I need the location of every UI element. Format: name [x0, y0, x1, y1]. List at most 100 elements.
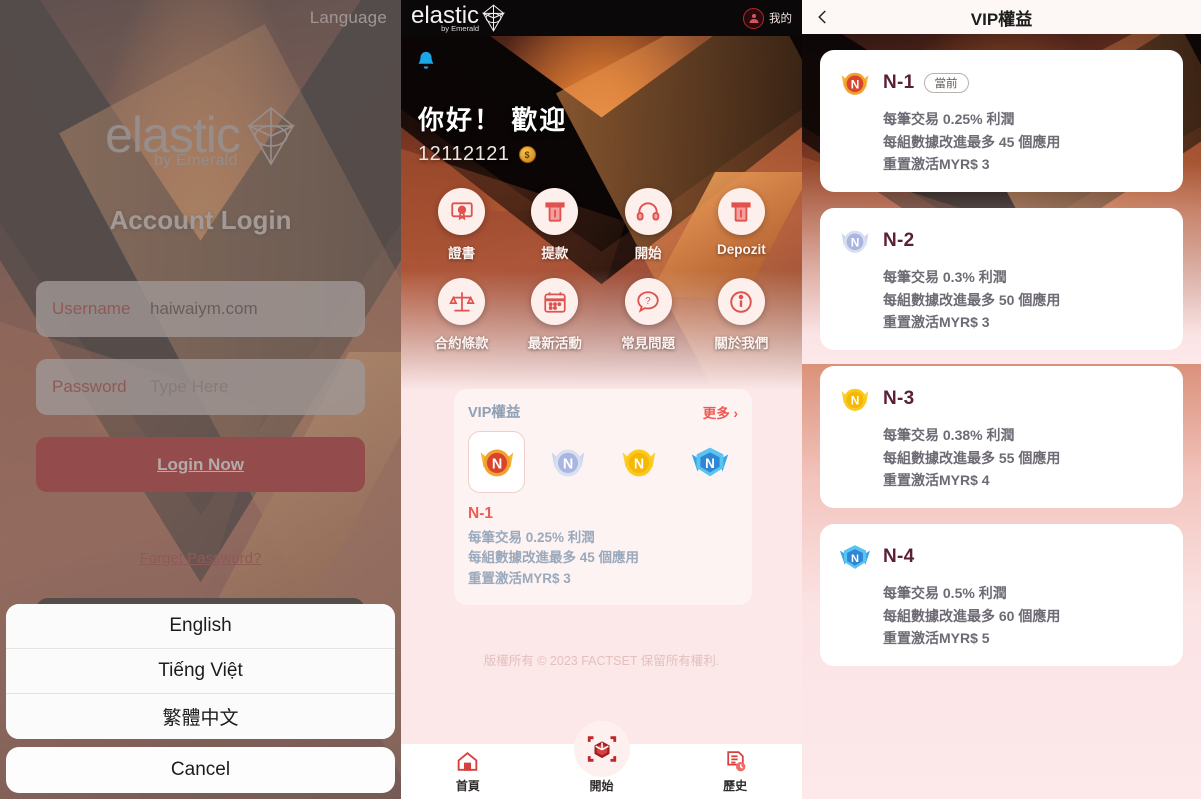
- cancel-button[interactable]: Cancel: [6, 747, 395, 793]
- copyright-text: 版權所有 © 2023 FACTSET 保留所有權利.: [483, 654, 720, 668]
- vip-benefit-line: 每組數據改進最多 55 個應用: [883, 449, 1061, 466]
- vip-benefit-lines: 每筆交易 0.25% 利潤 每組數據改進最多 45 個應用 重置激活MYR$ 3: [468, 528, 738, 589]
- grid-item-withdraw[interactable]: 提款: [508, 188, 601, 262]
- vip-tier-card-n1[interactable]: N N-1 當前 每筆交易 0.25% 利潤 每組數據改進最多 45 個應用 重…: [820, 50, 1183, 193]
- rank-badge-diamond-icon: N: [691, 447, 728, 477]
- vip-benefit-lines: 每筆交易 0.25% 利潤 每組數據改進最多 45 個應用 重置激活MYR$ 3: [883, 108, 1167, 176]
- grid-item-certificate[interactable]: 證書: [415, 188, 508, 262]
- vip-benefit-line: 重置激活MYR$ 5: [883, 630, 990, 647]
- rank-badge-orange-icon: N: [480, 449, 513, 477]
- vip-benefit-line: 重置激活MYR$ 3: [883, 314, 990, 331]
- rank-badge-gold-icon: N: [841, 388, 869, 411]
- language-action-sheet: English Tiếng Việt 繁體中文 Cancel: [6, 604, 395, 793]
- tab-start-button[interactable]: [573, 721, 630, 777]
- topbar-brand: elastic by Emerald: [411, 4, 505, 33]
- language-option-chinese[interactable]: 繁體中文: [6, 694, 395, 739]
- vip-benefit-lines: 每筆交易 0.5% 利潤 每組數據改進最多 60 個應用 重置激活MYR$ 5: [883, 582, 1167, 650]
- elastic-diamond-icon: [482, 3, 505, 32]
- certificate-icon: [438, 188, 486, 235]
- headset-icon: [624, 188, 672, 235]
- profile-button[interactable]: 我的: [743, 7, 792, 29]
- grid-label: 證書: [448, 246, 476, 261]
- current-tier-badge: 當前: [923, 73, 969, 93]
- vip-tier-card-n3[interactable]: N N-3 每筆交易 0.38% 利潤 每組數據改進最多 55 個應用 重置激活…: [820, 366, 1183, 509]
- rank-badge-diamond-icon: N: [839, 545, 871, 569]
- language-option-vietnamese[interactable]: Tiếng Việt: [6, 649, 395, 694]
- grid-item-about[interactable]: 關於我們: [695, 278, 788, 352]
- vip-tier-card-n2[interactable]: N N-2 每筆交易 0.3% 利潤 每組數據改進最多 50 個應用 重置激活M…: [820, 208, 1183, 351]
- vip-screen-header: VIP權益: [802, 0, 1201, 34]
- tab-history[interactable]: 歷史: [668, 744, 802, 799]
- vip-badge-n1[interactable]: N: [468, 431, 526, 493]
- vip-benefit-line: 重置激活MYR$ 3: [468, 570, 571, 586]
- vip-benefit-line: 每組數據改進最多 45 個應用: [468, 550, 640, 566]
- grid-item-deposit[interactable]: Depozit: [695, 188, 788, 262]
- vip-badge-n4[interactable]: N: [681, 431, 738, 493]
- grid-label: 關於我們: [714, 336, 769, 351]
- svg-text:N: N: [491, 457, 501, 473]
- grid-label: 最新活動: [527, 336, 582, 351]
- vip-card-header: N N-1 當前: [836, 64, 1167, 102]
- vip-tier-name: N-3: [883, 388, 915, 410]
- vip-benefit-line: 每組數據改進最多 60 個應用: [883, 607, 1061, 624]
- tab-home[interactable]: 首頁: [401, 744, 535, 799]
- login-screen: Language elastic by Emerald Account Logi…: [0, 0, 401, 799]
- history-icon: [726, 751, 746, 772]
- rank-badge-orange-icon: N: [841, 72, 869, 95]
- grid-item-terms[interactable]: 合約條款: [415, 278, 508, 352]
- svg-text:N: N: [851, 78, 860, 92]
- grid-label: 提款: [541, 246, 569, 261]
- vip-benefits-card: VIP權益 更多 › N N N N N-1 每筆交易 0.25% 利潤 每組數…: [454, 389, 752, 605]
- vip-benefit-line: 每筆交易 0.25% 利潤: [468, 530, 595, 545]
- home-topbar: elastic by Emerald 我的: [401, 0, 802, 36]
- chevron-left-icon[interactable]: [814, 8, 832, 26]
- rank-badge-gold-icon: N: [622, 449, 655, 477]
- vip-tier-name: N-4: [883, 546, 915, 568]
- vip-benefit-line: 每筆交易 0.5% 利潤: [883, 585, 1007, 602]
- grid-item-start[interactable]: 開始: [602, 188, 695, 262]
- grid-label: 開始: [634, 246, 662, 261]
- vip-more-link[interactable]: 更多 ›: [703, 402, 738, 422]
- grid-label: 常見問題: [621, 336, 676, 351]
- vip-tier-card-n4[interactable]: N N-4 每筆交易 0.5% 利潤 每組數據改進最多 60 個應用 重置激活M…: [820, 524, 1183, 667]
- vip-screen-title: VIP權益: [970, 9, 1033, 29]
- home-screen: elastic by Emerald 我的 你好！ 歡迎 12112121 $ …: [401, 0, 802, 799]
- vip-benefit-line: 重置激活MYR$ 4: [883, 472, 990, 489]
- vip-benefits-screen: VIP權益 N N-1 當前 每筆交易 0.25% 利潤 每組數據改進最多 45…: [802, 0, 1201, 799]
- info-icon: [717, 278, 765, 325]
- rank-badge-silver-icon: N: [841, 230, 869, 253]
- profile-label: 我的: [769, 13, 792, 25]
- svg-text:N: N: [851, 394, 860, 408]
- topbar-brand-name: elastic by Emerald: [411, 4, 479, 32]
- tab-start-label: 開始: [589, 779, 614, 793]
- language-options-group: English Tiếng Việt 繁體中文: [6, 604, 395, 739]
- calendar-icon: [531, 278, 579, 325]
- greeting-block: 你好！ 歡迎 12112121 $: [418, 100, 567, 166]
- vip-tier-name: N-2: [883, 230, 915, 252]
- user-id: 12112121: [418, 143, 510, 165]
- vip-tier-name: N-1: [883, 72, 915, 93]
- grid-label: 合約條款: [434, 336, 489, 351]
- svg-text:N: N: [633, 457, 643, 473]
- vip-badge-n3[interactable]: N: [610, 431, 667, 493]
- notification-bell-icon[interactable]: [415, 49, 437, 73]
- avatar-icon: [743, 7, 764, 29]
- grid-item-events[interactable]: 最新活動: [508, 278, 601, 352]
- svg-text:N: N: [705, 456, 715, 471]
- grid-label: Depozit: [717, 242, 766, 257]
- vip-benefit-lines: 每筆交易 0.38% 利潤 每組數據改進最多 55 個應用 重置激活MYR$ 4: [883, 424, 1167, 492]
- vip-badge-n2[interactable]: N: [539, 431, 596, 493]
- vip-benefit-line: 每筆交易 0.38% 利潤: [883, 427, 1015, 444]
- vip-tier-list: N N-1 當前 每筆交易 0.25% 利潤 每組數據改進最多 45 個應用 重…: [820, 50, 1183, 682]
- vip-badge-row: N N N N: [468, 431, 738, 493]
- tab-label: 歷史: [723, 779, 748, 793]
- grid-item-faq[interactable]: ? 常見問題: [602, 278, 695, 352]
- faq-icon: ?: [624, 278, 672, 325]
- vip-benefit-line: 每組數據改進最多 45 個應用: [883, 133, 1061, 150]
- svg-text:N: N: [851, 553, 859, 565]
- tab-label: 首頁: [455, 779, 480, 793]
- vip-benefit-line: 每筆交易 0.25% 利潤: [883, 111, 1015, 127]
- language-option-english[interactable]: English: [6, 604, 395, 649]
- quick-action-grid: 證書 提款 開始 Depozit 合約條款 最新活動 ? 常見問題 關於我們: [401, 188, 802, 352]
- scales-icon: [438, 278, 486, 325]
